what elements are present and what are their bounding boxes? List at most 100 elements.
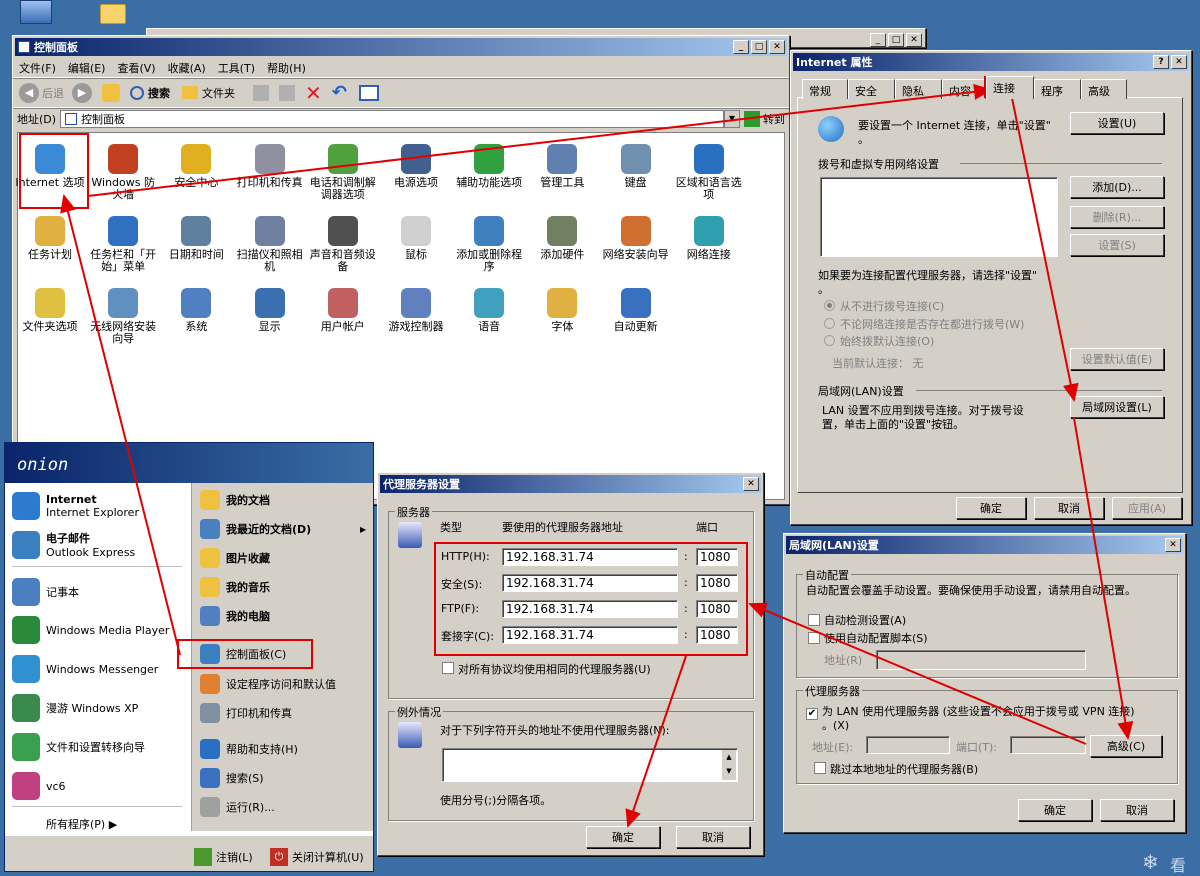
advanced-button[interactable]: 高级(C) xyxy=(1090,735,1162,757)
proxy-row-port-input[interactable]: 1080 xyxy=(696,574,738,592)
bypass-local-checkbox[interactable] xyxy=(814,762,826,774)
cp-item[interactable]: 用户帐户 xyxy=(307,288,379,333)
all-programs-button[interactable]: 所有程序(P) ▶ xyxy=(46,816,117,832)
auto-detect-checkbox[interactable] xyxy=(808,614,820,626)
lan-proxy-address-input[interactable] xyxy=(866,736,950,754)
cp-item[interactable]: 电源选项 xyxy=(380,144,452,189)
start-left-item[interactable]: 漫游 Windows XP xyxy=(12,694,138,722)
maximize-button[interactable]: □ xyxy=(751,40,767,54)
start-left-item[interactable]: 电子邮件 Outlook Express xyxy=(12,530,135,559)
cp-item[interactable]: 添加或删除程序 xyxy=(453,216,525,273)
cp-item[interactable]: 显示 xyxy=(234,288,306,333)
back-icon[interactable]: ◀ xyxy=(19,82,39,103)
lan-settings-button[interactable]: 局域网设置(L) xyxy=(1070,396,1164,418)
inet-ok-button[interactable]: 确定 xyxy=(956,497,1026,519)
cp-item[interactable]: 鼠标 xyxy=(380,216,452,261)
use-proxy-checkbox[interactable]: ✔ xyxy=(806,708,818,720)
cp-item[interactable]: 区域和语言选项 xyxy=(673,144,745,201)
start-right-item[interactable]: 我的文档 xyxy=(200,490,270,510)
lan-proxy-port-input[interactable] xyxy=(1010,736,1086,754)
cp-item[interactable]: 任务栏和「开始」菜单 xyxy=(87,216,159,273)
proxy-ok-button[interactable]: 确定 xyxy=(586,826,660,848)
inet-tab[interactable]: 安全 xyxy=(848,79,895,99)
menu-edit[interactable]: 编辑(E) xyxy=(68,60,106,76)
radio-never-dial[interactable] xyxy=(824,300,835,311)
cp-item[interactable]: Internet 选项 xyxy=(14,144,86,189)
inet-cancel-button[interactable]: 取消 xyxy=(1034,497,1104,519)
exceptions-input[interactable] xyxy=(442,748,738,782)
menu-view[interactable]: 查看(V) xyxy=(117,60,155,76)
proxy-row-address-input[interactable]: 192.168.31.74 xyxy=(502,574,678,592)
same-proxy-checkbox[interactable] xyxy=(442,662,454,674)
cp-item[interactable]: 安全中心 xyxy=(160,144,232,189)
inet-close-button[interactable]: ✕ xyxy=(1171,55,1187,69)
shutdown-button[interactable]: ⏻ 关闭计算机(U) xyxy=(270,848,364,866)
menu-tools[interactable]: 工具(T) xyxy=(218,60,255,76)
start-right-item[interactable]: 我的音乐 xyxy=(200,577,270,597)
cp-item[interactable]: 添加硬件 xyxy=(526,216,598,261)
delete-icon[interactable]: ✕ xyxy=(305,81,322,105)
auto-script-checkbox[interactable] xyxy=(808,632,820,644)
start-right-item[interactable]: 图片收藏 xyxy=(200,548,270,568)
views-icon[interactable] xyxy=(358,84,379,101)
dialup-list[interactable] xyxy=(820,177,1058,257)
proxy-row-port-input[interactable]: 1080 xyxy=(696,548,738,566)
start-right-item[interactable]: 运行(R)... xyxy=(200,797,275,817)
cp-item[interactable]: 电话和调制解调器选项 xyxy=(307,144,379,201)
start-left-item[interactable]: vc6 xyxy=(12,772,66,800)
inet-apply-button[interactable]: 应用(A) xyxy=(1112,497,1182,519)
cp-item[interactable]: Windows 防火墙 xyxy=(87,144,159,201)
cp-item[interactable]: 辅助功能选项 xyxy=(453,144,525,189)
setup-button[interactable]: 设置(U) xyxy=(1070,112,1164,134)
start-right-item[interactable]: 搜索(S) xyxy=(200,768,264,788)
inet-tab[interactable]: 高级 xyxy=(1081,79,1127,99)
start-right-item[interactable]: 控制面板(C) xyxy=(200,644,286,664)
cp-item[interactable]: 网络连接 xyxy=(673,216,745,261)
start-left-item[interactable]: 文件和设置转移向导 xyxy=(12,733,145,761)
desktop-folder-icon[interactable] xyxy=(100,4,126,24)
close-button[interactable]: ✕ xyxy=(769,40,785,54)
logoff-button[interactable]: 注销(L) xyxy=(194,848,253,866)
cp-item[interactable]: 游戏控制器 xyxy=(380,288,452,333)
menu-favorites[interactable]: 收藏(A) xyxy=(168,60,206,76)
cp-item[interactable]: 自动更新 xyxy=(600,288,672,333)
proxy-cancel-button[interactable]: 取消 xyxy=(676,826,750,848)
start-right-item[interactable]: 设定程序访问和默认值 xyxy=(200,674,336,694)
help-button[interactable]: ? xyxy=(1153,55,1169,69)
menu-help[interactable]: 帮助(H) xyxy=(267,60,306,76)
cp-item[interactable]: 字体 xyxy=(526,288,598,333)
inet-tab[interactable]: 隐私 xyxy=(895,79,942,99)
cp-item[interactable]: 无线网络安装向导 xyxy=(87,288,159,345)
inet-tab[interactable]: 连接 xyxy=(986,76,1034,99)
address-input[interactable]: 控制面板 xyxy=(60,110,724,128)
proxy-row-address-input[interactable]: 192.168.31.74 xyxy=(502,626,678,644)
cp-item[interactable]: 网络安装向导 xyxy=(600,216,672,261)
inet-tab[interactable]: 程序 xyxy=(1034,79,1081,99)
cp-item[interactable]: 语音 xyxy=(453,288,525,333)
move-icon[interactable] xyxy=(253,84,269,101)
search-button[interactable]: 搜索 xyxy=(148,85,170,101)
up-icon[interactable] xyxy=(102,83,120,102)
inet-tab[interactable]: 内容 xyxy=(942,79,986,99)
radio-always-dial[interactable] xyxy=(824,318,835,329)
start-right-item[interactable]: 我最近的文档(D) ▶ xyxy=(200,519,366,539)
proxy-close-button[interactable]: ✕ xyxy=(743,477,759,491)
cp-item[interactable]: 扫描仪和照相机 xyxy=(234,216,306,273)
cp-item[interactable]: 系统 xyxy=(160,288,232,333)
set-default-button[interactable]: 设置默认值(E) xyxy=(1070,348,1164,370)
start-left-item[interactable]: Windows Messenger xyxy=(12,655,158,683)
start-left-item[interactable]: Internet Internet Explorer xyxy=(12,492,139,520)
cp-item[interactable]: 日期和时间 xyxy=(160,216,232,261)
cp-item[interactable]: 打印机和传真 xyxy=(234,144,306,189)
proxy-row-address-input[interactable]: 192.168.31.74 xyxy=(502,548,678,566)
inet-tab[interactable]: 常规 xyxy=(802,79,848,99)
desktop-computer-icon[interactable] xyxy=(20,0,52,24)
menu-file[interactable]: 文件(F) xyxy=(19,60,56,76)
start-right-item[interactable]: 帮助和支持(H) xyxy=(200,739,298,759)
cp-item[interactable]: 文件夹选项 xyxy=(14,288,86,333)
add-button[interactable]: 添加(D)... xyxy=(1070,176,1164,198)
start-right-item[interactable]: 打印机和传真 xyxy=(200,703,292,723)
undo-icon[interactable]: ↶ xyxy=(332,82,347,103)
auto-script-address-input[interactable] xyxy=(876,650,1086,670)
lan-ok-button[interactable]: 确定 xyxy=(1018,799,1092,821)
